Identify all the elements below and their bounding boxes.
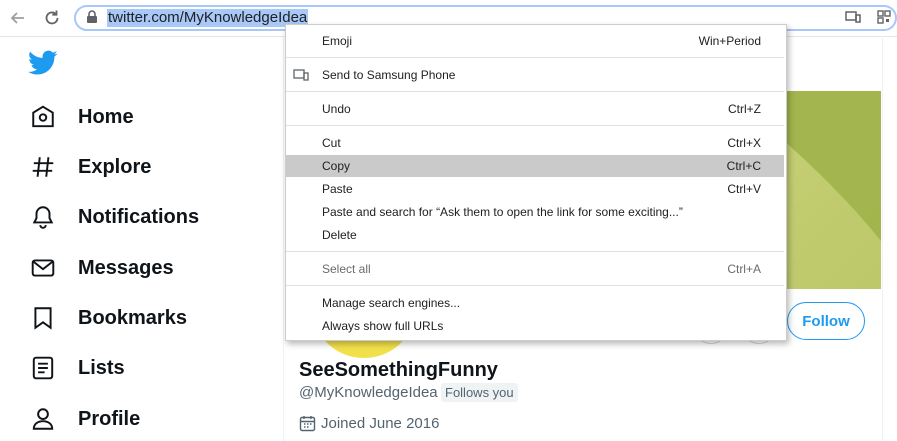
menu-item-undo[interactable]: Undo Ctrl+Z (286, 98, 784, 120)
menu-separator (286, 57, 784, 58)
nav-lists[interactable]: Lists (30, 353, 125, 383)
menu-item-paste[interactable]: Paste Ctrl+V (286, 178, 784, 200)
profile-handle: @MyKnowledgeIdea (299, 384, 438, 401)
twitter-bird-icon[interactable] (28, 50, 58, 76)
nav-explore-label: Explore (78, 155, 152, 178)
nav-messages-label: Messages (78, 256, 174, 279)
menu-item-cut[interactable]: Cut Ctrl+X (286, 132, 784, 154)
home-icon (32, 105, 54, 128)
menu-separator (286, 251, 784, 252)
joined-date: Joined June 2016 (321, 415, 440, 432)
menu-item-send-to-phone[interactable]: Send to Samsung Phone (286, 64, 784, 86)
reload-icon[interactable] (42, 8, 62, 28)
menu-item-show-full-urls[interactable]: Always show full URLs (286, 315, 784, 337)
nav-notifications-label: Notifications (78, 205, 200, 228)
bookmark-icon (34, 307, 52, 330)
nav-notifications[interactable]: Notifications (30, 202, 199, 232)
send-to-device-icon (293, 69, 309, 81)
bell-icon (32, 206, 54, 229)
nav-home[interactable]: Home (30, 102, 134, 132)
calendar-icon (299, 416, 316, 432)
menu-separator (286, 91, 784, 92)
nav-profile-label: Profile (78, 407, 141, 430)
menu-item-delete[interactable]: Delete (286, 224, 784, 246)
menu-item-manage-search-engines[interactable]: Manage search engines... (286, 292, 784, 314)
nav-profile[interactable]: Profile (30, 404, 140, 434)
hashtag-icon (32, 157, 54, 177)
menu-item-select-all[interactable]: Select all Ctrl+A (286, 258, 784, 280)
nav-bookmarks[interactable]: Bookmarks (30, 303, 187, 333)
nav-home-label: Home (78, 105, 134, 128)
lock-icon[interactable] (86, 10, 98, 24)
envelope-icon (31, 259, 55, 277)
list-icon (32, 356, 54, 380)
follow-button[interactable]: Follow (787, 302, 865, 340)
context-menu: Emoji Win+Period Send to Samsung Phone U… (285, 24, 787, 341)
menu-item-emoji[interactable]: Emoji Win+Period (286, 30, 784, 52)
person-icon (32, 408, 54, 430)
follows-you-badge: Follows you (441, 383, 518, 402)
back-arrow-icon[interactable] (8, 8, 28, 28)
send-to-device-icon[interactable] (845, 10, 861, 24)
menu-separator (286, 285, 784, 286)
menu-item-copy[interactable]: Copy Ctrl+C (286, 155, 784, 177)
profile-display-name: SeeSomethingFunny (299, 359, 498, 381)
nav-messages[interactable]: Messages (30, 253, 174, 283)
nav-bookmarks-label: Bookmarks (78, 306, 187, 329)
qr-code-icon[interactable] (877, 10, 891, 24)
nav-lists-label: Lists (78, 356, 125, 379)
url-text[interactable]: twitter.com/MyKnowledgeIdea (107, 9, 309, 27)
nav-explore[interactable]: Explore (30, 152, 151, 182)
menu-separator (286, 125, 784, 126)
menu-item-paste-and-search[interactable]: Paste and search for “Ask them to open t… (286, 201, 784, 223)
